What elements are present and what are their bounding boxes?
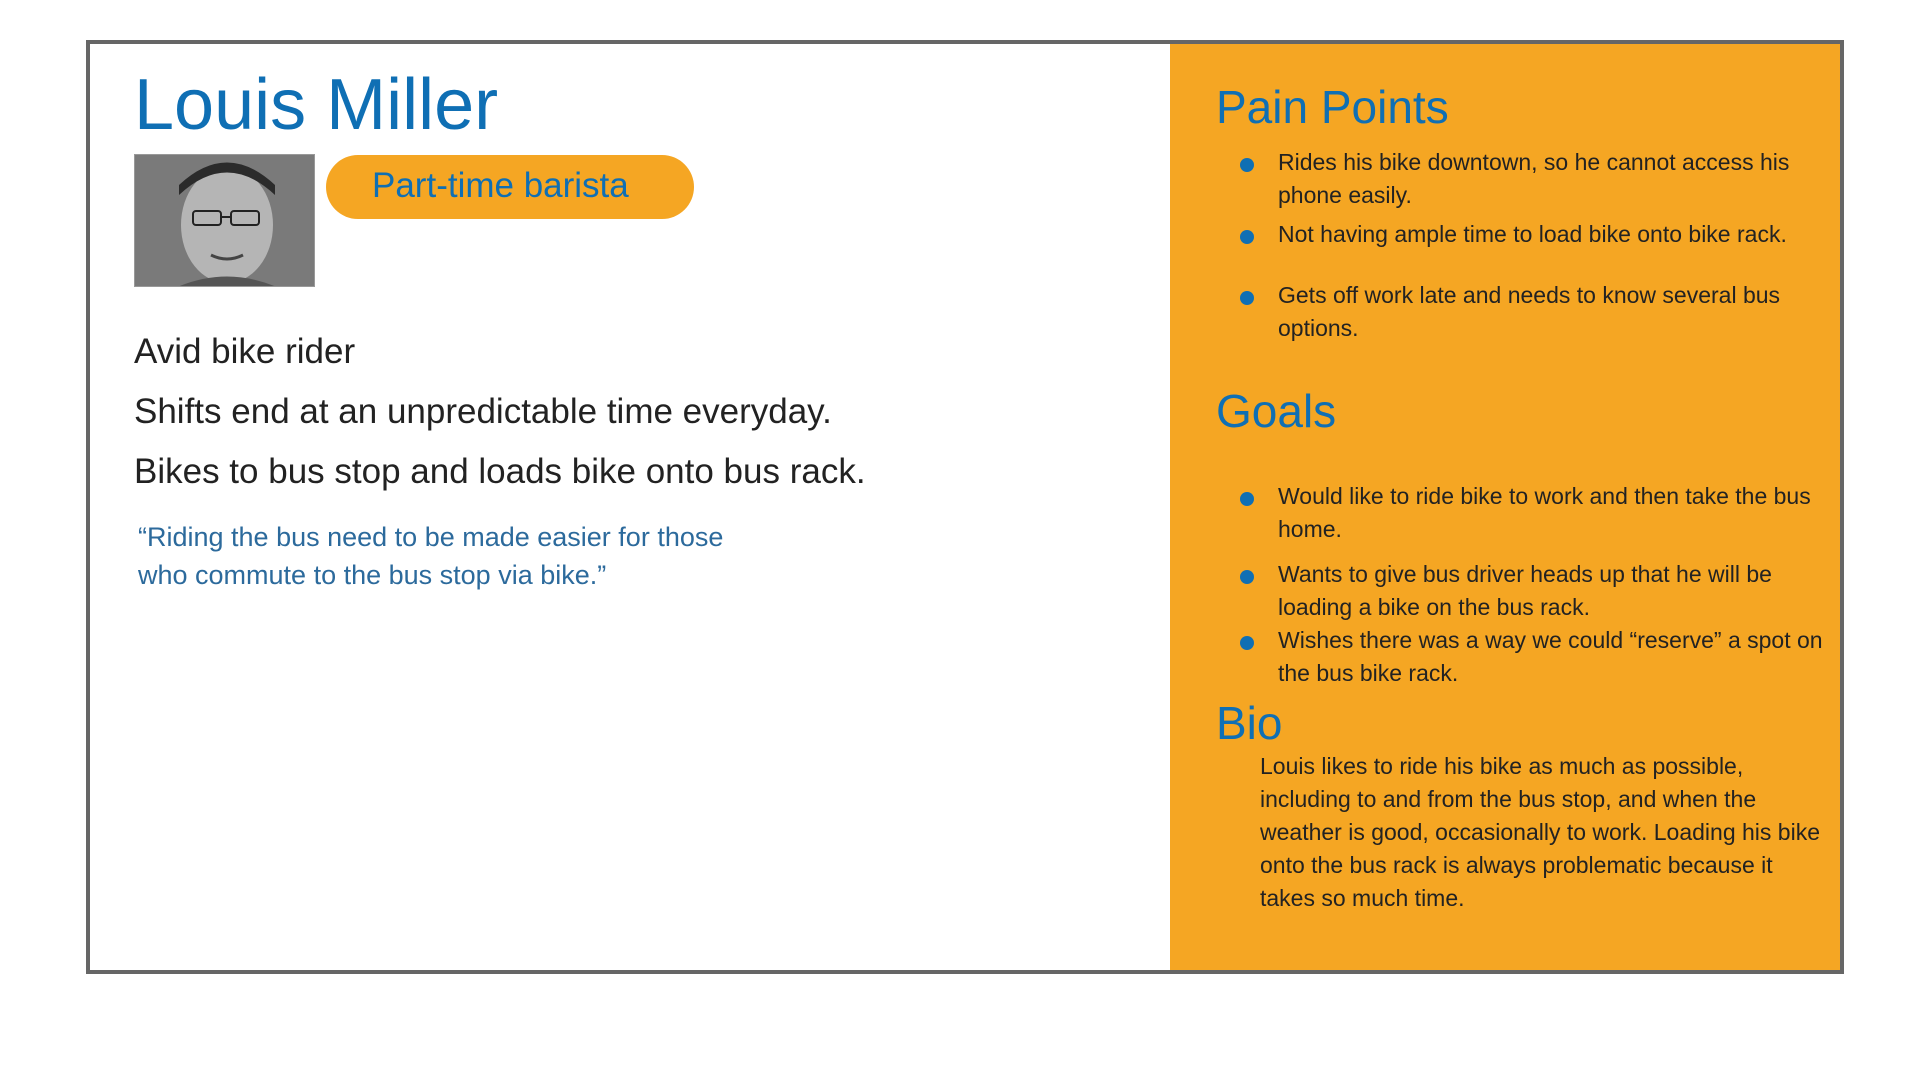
trait-item: Avid bike rider bbox=[134, 332, 356, 371]
persona-quote: “Riding the bus need to be made easier f… bbox=[138, 518, 838, 594]
persona-name: Louis Miller bbox=[134, 65, 499, 145]
list-item: Gets off work late and needs to know sev… bbox=[1240, 279, 1840, 345]
bio-text: Louis likes to ride his bike as much as … bbox=[1260, 753, 1820, 911]
persona-card: Louis Miller Part-time barista Avid bike… bbox=[86, 40, 1844, 974]
list-item: Rides his bike downtown, so he cannot ac… bbox=[1240, 146, 1840, 212]
trait-item: Bikes to bus stop and loads bike onto bu… bbox=[134, 452, 866, 491]
quote-line: who commute to the bus stop via bike.” bbox=[138, 560, 607, 590]
list-item: Would like to ride bike to work and then… bbox=[1240, 480, 1840, 546]
list-item: Wants to give bus driver heads up that h… bbox=[1240, 558, 1840, 624]
bullet-icon bbox=[1240, 570, 1254, 584]
role-badge: Part-time barista bbox=[326, 155, 694, 219]
pain-points-title: Pain Points bbox=[1216, 81, 1449, 133]
bullet-icon bbox=[1240, 636, 1254, 650]
avatar bbox=[134, 154, 315, 287]
trait-item: Shifts end at an unpredictable time ever… bbox=[134, 392, 832, 431]
persona-left-panel: Louis Miller Part-time barista Avid bike… bbox=[90, 44, 1170, 970]
bio-title: Bio bbox=[1216, 697, 1283, 749]
list-item: Wishes there was a way we could “reserve… bbox=[1240, 624, 1840, 690]
avatar-photo-icon bbox=[135, 155, 314, 286]
goals-list: Would like to ride bike to work and then… bbox=[1240, 480, 1840, 690]
list-item: Not having ample time to load bike onto … bbox=[1240, 218, 1840, 251]
bullet-icon bbox=[1240, 291, 1254, 305]
goals-title: Goals bbox=[1216, 385, 1337, 437]
bullet-icon bbox=[1240, 230, 1254, 244]
traits-list: Avid bike rider Shifts end at an unpredi… bbox=[134, 322, 866, 502]
bullet-icon bbox=[1240, 492, 1254, 506]
pain-points-list: Rides his bike downtown, so he cannot ac… bbox=[1240, 146, 1840, 345]
quote-line: “Riding the bus need to be made easier f… bbox=[138, 522, 724, 552]
persona-right-panel: Pain Points Rides his bike downtown, so … bbox=[1170, 44, 1840, 970]
bullet-icon bbox=[1240, 158, 1254, 172]
